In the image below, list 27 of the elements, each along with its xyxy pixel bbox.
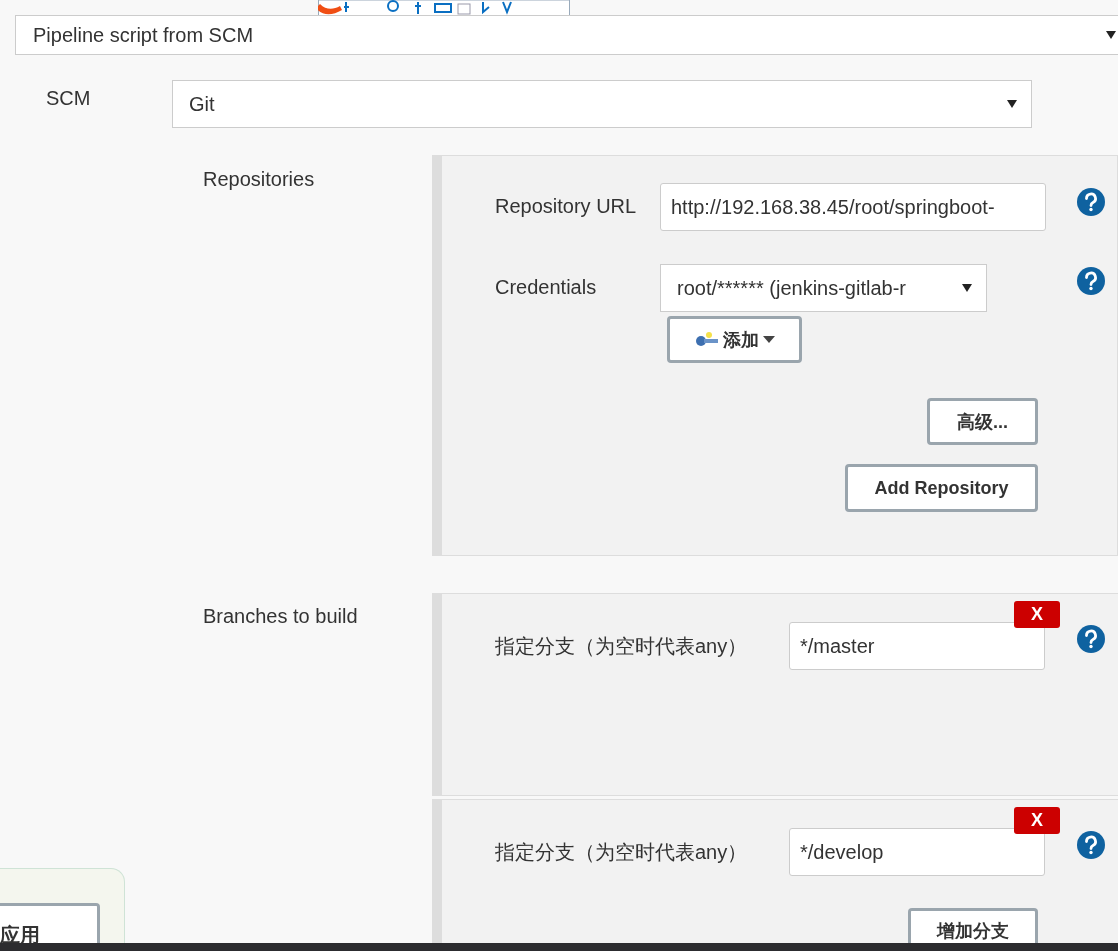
add-credentials-button[interactable]: 添加	[667, 316, 802, 363]
repositories-label: Repositories	[203, 168, 315, 190]
add-repository-button[interactable]: Add Repository	[845, 464, 1038, 512]
repository-url-label: Repository URL	[495, 194, 638, 218]
help-icon[interactable]	[1077, 188, 1105, 216]
delete-branch-button[interactable]: X	[1014, 601, 1060, 628]
advanced-button[interactable]: 高级...	[927, 398, 1038, 445]
delete-branch-button[interactable]: X	[1014, 807, 1060, 834]
scm-select[interactable]: Git	[172, 80, 1032, 128]
branch-specifier-label: 指定分支（为空时代表any）	[495, 840, 749, 865]
dropdown-caret-icon	[962, 284, 972, 292]
branch-specifier-field[interactable]: */master	[789, 622, 1045, 670]
help-icon[interactable]	[1077, 267, 1105, 295]
scm-label: SCM	[46, 87, 92, 111]
credentials-select[interactable]: root/****** (jenkins-gitlab-r	[660, 264, 987, 312]
branch-specifier-label: 指定分支（为空时代表any）	[495, 634, 749, 659]
add-branch-button[interactable]: 增加分支	[908, 908, 1038, 944]
dropdown-caret-icon	[1106, 31, 1116, 39]
help-icon[interactable]	[1077, 625, 1105, 653]
branch-specifier-field[interactable]: */develop	[789, 828, 1045, 876]
repository-url-field[interactable]: http://192.168.38.45/root/springboot-	[660, 183, 1046, 231]
branches-label: Branches to build	[203, 605, 358, 627]
caret-icon	[762, 336, 775, 343]
credentials-label: Credentials	[495, 275, 598, 299]
help-icon[interactable]	[1077, 831, 1105, 859]
dropdown-caret-icon	[1007, 100, 1017, 108]
key-icon	[694, 331, 719, 348]
